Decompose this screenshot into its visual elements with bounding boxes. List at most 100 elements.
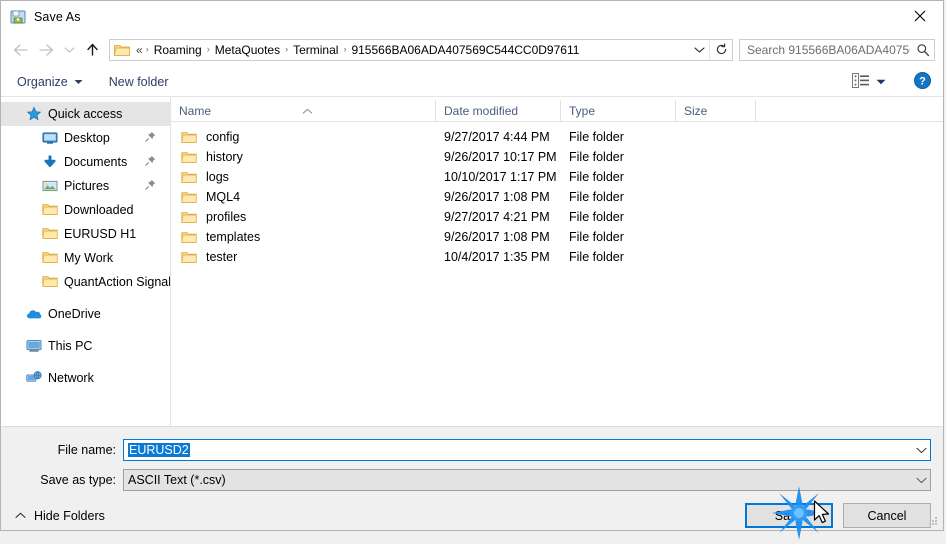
pin-icon[interactable] (145, 179, 156, 193)
breadcrumb-separator: › (285, 43, 289, 54)
sidebar-item-my-work[interactable]: My Work (1, 246, 170, 270)
save-as-icon (10, 9, 26, 25)
pin-icon[interactable] (145, 131, 156, 145)
table-row[interactable]: config 9/27/2017 4:44 PM File folder (171, 127, 943, 147)
chevron-down-icon[interactable] (912, 447, 930, 454)
pin-icon[interactable] (145, 155, 156, 169)
cell-type: File folder (569, 190, 624, 204)
column-header-name[interactable]: Name (171, 99, 436, 122)
breadcrumb-item-terminal[interactable]: Terminal (290, 42, 341, 58)
sidebar-item-eurusd-h1[interactable]: EURUSD H1 (1, 222, 170, 246)
help-button[interactable]: ? (914, 72, 931, 92)
cell-type: File folder (569, 230, 624, 244)
sidebar-item-desktop[interactable]: Desktop (1, 126, 170, 150)
organize-label: Organize (17, 74, 68, 89)
breadcrumb-item-current[interactable]: 915566BA06ADA407569C544CC0D97611 (348, 42, 582, 58)
hide-folders-label: Hide Folders (34, 508, 105, 523)
savetype-value: ASCII Text (*.csv) (128, 473, 226, 487)
sidebar-item-network[interactable]: Network (1, 366, 170, 390)
sidebar-item-label: My Work (64, 251, 114, 265)
folder-icon (181, 150, 197, 164)
cell-date-modified: 10/4/2017 1:35 PM (444, 250, 550, 264)
help-icon: ? (914, 72, 931, 92)
breadcrumb-separator: › (145, 43, 149, 54)
column-header-date-modified[interactable]: Date modified (436, 99, 561, 122)
table-row[interactable]: logs 10/10/2017 1:17 PM File folder (171, 167, 943, 187)
folder-icon (181, 190, 197, 204)
sidebar-item-documents[interactable]: Documents (1, 150, 170, 174)
cell-name: templates (171, 230, 436, 244)
sidebar-item-this-pc[interactable]: This PC (1, 334, 170, 358)
cell-name: profiles (171, 210, 436, 224)
view-layout-icon (852, 73, 869, 91)
table-row[interactable]: templates 9/26/2017 1:08 PM File folder (171, 227, 943, 247)
command-bar: Organize New folder ? (1, 67, 943, 97)
savetype-select[interactable]: ASCII Text (*.csv) (123, 469, 931, 491)
sidebar-item-quick-access[interactable]: Quick access (1, 102, 170, 126)
sidebar-item-label: OneDrive (48, 307, 101, 321)
folder-icon (42, 274, 58, 290)
recent-locations-chevron-icon[interactable] (59, 37, 79, 63)
breadcrumb-overflow[interactable]: « (134, 42, 144, 58)
breadcrumb-item-roaming[interactable]: Roaming (151, 42, 205, 58)
sidebar-item-downloaded[interactable]: Downloaded (1, 198, 170, 222)
sidebar-item-pictures[interactable]: Pictures (1, 174, 170, 198)
sidebar-item-label: QuantAction Signal (64, 275, 171, 289)
cell-type: File folder (569, 150, 624, 164)
table-row[interactable]: MQL4 9/26/2017 1:08 PM File folder (171, 187, 943, 207)
savetype-label: Save as type: (40, 473, 116, 487)
column-header-type[interactable]: Type (561, 99, 676, 122)
new-folder-button[interactable]: New folder (109, 75, 169, 89)
sidebar-item-label: EURUSD H1 (64, 227, 137, 241)
forward-arrow-icon[interactable] (33, 37, 59, 63)
column-headers: Name Date modified Type Size (171, 97, 943, 122)
sidebar-item-label: Quick access (48, 107, 123, 121)
filename-value-wrap: EURUSD2 (124, 443, 912, 457)
breadcrumb-item-metaquotes[interactable]: MetaQuotes (212, 42, 283, 58)
search-icon[interactable] (912, 43, 934, 57)
cell-name: MQL4 (171, 190, 436, 204)
filename-input[interactable]: EURUSD2 (123, 439, 931, 461)
column-header-filler (756, 100, 943, 122)
sidebar-item-label: This PC (48, 339, 93, 353)
window-title: Save As (34, 9, 81, 24)
svg-text:?: ? (919, 76, 926, 88)
table-row[interactable]: profiles 9/27/2017 4:21 PM File folder (171, 207, 943, 227)
cell-date-modified: 9/26/2017 1:08 PM (444, 190, 550, 204)
view-layout-button[interactable] (850, 73, 888, 91)
column-header-size[interactable]: Size (676, 99, 756, 122)
filename-label: File name: (57, 443, 116, 457)
table-row[interactable]: history 9/26/2017 10:17 PM File folder (171, 147, 943, 167)
close-button[interactable] (897, 1, 943, 31)
table-row[interactable]: tester 10/4/2017 1:35 PM File folder (171, 247, 943, 267)
resize-grip[interactable] (927, 515, 939, 527)
search-input[interactable] (740, 42, 912, 57)
refresh-icon[interactable] (709, 39, 732, 60)
cell-type: File folder (569, 170, 624, 184)
cancel-button[interactable]: Cancel (843, 503, 931, 528)
save-button[interactable]: Save (745, 503, 833, 528)
caret-down-icon (876, 79, 886, 85)
chevron-down-icon[interactable] (912, 477, 930, 484)
sidebar-item-label: Network (48, 371, 94, 385)
up-arrow-icon[interactable] (79, 37, 105, 63)
sidebar-item-onedrive[interactable]: OneDrive (1, 302, 170, 326)
search-box[interactable] (739, 38, 935, 61)
sidebar-item-quantaction-signal[interactable]: QuantAction Signal (1, 270, 170, 294)
organize-menu[interactable]: Organize (17, 75, 83, 89)
back-arrow-icon[interactable] (7, 37, 33, 63)
address-bar[interactable]: « › Roaming › MetaQuotes › Terminal › 91… (109, 38, 733, 61)
save-as-dialog: Save As « › Roaming › MetaQuotes › Termi… (0, 0, 944, 531)
folder-icon (114, 43, 130, 57)
hide-folders-toggle[interactable]: Hide Folders (9, 509, 105, 523)
cell-type: File folder (569, 250, 624, 264)
breadcrumb-separator: › (343, 43, 347, 54)
main-area: Quick access Desktop Documents Pictures … (1, 97, 943, 427)
sidebar-item-label: Desktop (64, 131, 110, 145)
cell-type: File folder (569, 210, 624, 224)
folder-icon (181, 210, 197, 224)
chevron-down-icon[interactable] (689, 46, 709, 54)
